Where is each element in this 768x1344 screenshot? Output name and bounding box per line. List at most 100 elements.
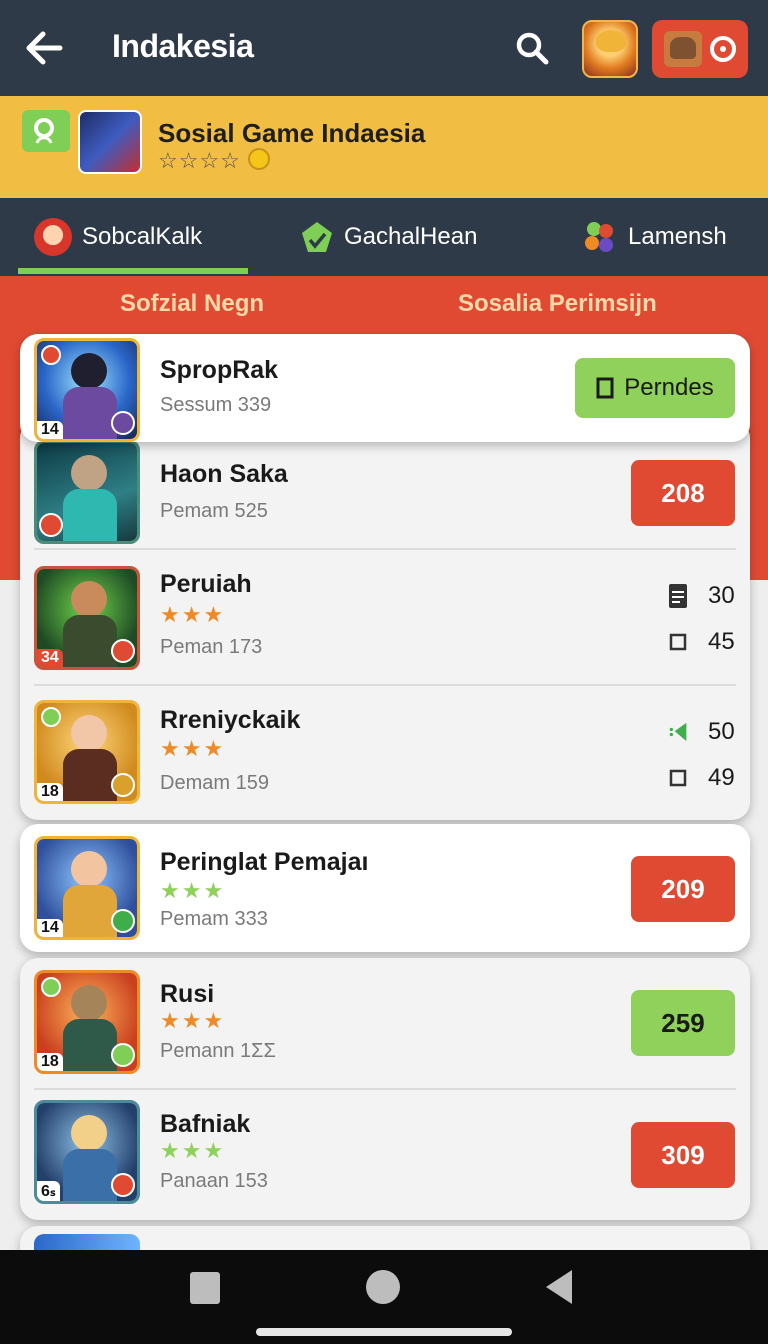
tab-gachalhean[interactable]: GachalHean — [300, 198, 477, 276]
arrow-left-icon — [26, 31, 63, 65]
score-button[interactable]: 208 — [631, 460, 735, 526]
game-list-card: Haon Saka Pemam 525 208 34 Peruiah ★★★ P… — [20, 420, 750, 820]
rank-badge-icon — [111, 639, 135, 663]
game-players: Pemam 333 — [160, 908, 268, 930]
game-name: Peringlat Pemajaı — [160, 848, 369, 876]
game-thumbnail: 34 — [34, 566, 140, 670]
stat-row: 30 — [668, 582, 735, 610]
game-thumbnail: 14 — [34, 836, 140, 940]
square-icon — [596, 377, 614, 399]
notification-icon — [41, 977, 61, 997]
coin-icon — [248, 148, 270, 170]
system-nav-bar — [0, 1250, 768, 1344]
star-rating: ★★★ — [160, 736, 226, 761]
banner-title: Sosial Game Indaesia — [158, 118, 426, 148]
page-title: Indakesia — [112, 28, 254, 64]
active-tab-indicator — [18, 268, 248, 274]
square-icon — [668, 769, 688, 787]
app-bar: Indakesia — [0, 0, 768, 96]
game-thumbnail: 18 — [34, 700, 140, 804]
game-players: Peman 173 — [160, 636, 263, 658]
rank-badge-icon — [111, 411, 135, 435]
game-players: Pemann 1ΣΣ — [160, 1040, 276, 1062]
score-button[interactable]: 259 — [631, 990, 735, 1056]
score-button[interactable]: 209 — [631, 856, 735, 922]
stat-value: 50 — [708, 718, 735, 745]
subtab-sosalia-perimsijn[interactable]: Sosalia Perimsijn — [458, 290, 657, 318]
puzzle-icon — [585, 222, 613, 252]
pending-label: Perndes — [624, 374, 714, 401]
notification-thumbnail — [664, 31, 702, 67]
level-label: 18 — [37, 783, 63, 801]
game-thumbnail: 6ₛ — [34, 1100, 140, 1204]
game-players: Demam 159 — [160, 772, 269, 794]
stat-value: 45 — [708, 628, 735, 655]
tab-sobcalkalk[interactable]: SobcalKalk — [34, 198, 202, 276]
gesture-handle[interactable] — [256, 1328, 512, 1336]
star-rating: ★★★ — [160, 878, 226, 903]
list-item-highlighted[interactable]: 14 SpropRak Sessum 339 Perndes — [20, 334, 750, 442]
square-nav-icon[interactable] — [190, 1272, 220, 1304]
rank-badge-icon — [111, 773, 135, 797]
banner-search-button[interactable] — [22, 110, 70, 152]
square-icon — [668, 633, 688, 651]
rank-badge-icon — [111, 1043, 135, 1067]
game-list-card: 18 Rusi ★★★ Pemann 1ΣΣ 259 6ₛ Bafniak ★★… — [20, 958, 750, 1220]
leaf-icon — [668, 719, 688, 745]
star-rating: ★★★ — [160, 1008, 226, 1033]
gem-icon — [302, 222, 332, 252]
rank-badge-icon — [111, 1173, 135, 1197]
tab-lamensh[interactable]: Lamensh — [582, 198, 727, 276]
game-players: Pemam 525 — [160, 500, 268, 522]
game-thumbnail: 14 — [34, 338, 140, 442]
tab-label: Lamensh — [628, 223, 727, 250]
game-name: Rreniyckaik — [160, 706, 301, 734]
circle-nav-icon[interactable] — [366, 1270, 400, 1304]
tab-label: GachalHean — [344, 223, 478, 250]
game-name: Peruiah — [160, 570, 252, 598]
tab-label: SobcalKalk — [82, 223, 203, 250]
alert-icon — [41, 345, 61, 365]
level-label: 18 — [37, 1053, 63, 1071]
search-icon — [516, 32, 549, 65]
game-name: Haon Saka — [160, 460, 288, 488]
avatar-icon — [34, 218, 72, 256]
list-item-highlighted[interactable]: 14 Peringlat Pemajaı ★★★ Pemam 333 209 — [20, 824, 750, 952]
level-label: 14 — [37, 421, 63, 439]
banner-rating: ☆☆☆☆ — [158, 148, 241, 173]
back-button[interactable] — [22, 26, 66, 70]
subtab-sofzial-negn[interactable]: Sofzial Negn — [120, 290, 264, 318]
game-thumbnail: 18 — [34, 970, 140, 1074]
triangle-back-icon[interactable] — [546, 1270, 572, 1304]
level-badge-icon — [39, 513, 63, 537]
featured-banner[interactable]: Sosial Game Indaesia ☆☆☆☆ — [0, 96, 768, 198]
category-tabs: SobcalKalk GachalHean Lamensh — [0, 198, 768, 276]
game-name: Rusi — [160, 980, 215, 1008]
list-item[interactable]: 34 Peruiah ★★★ Peman 173 30 45 — [20, 550, 750, 684]
game-players: Sessum 339 — [160, 394, 272, 416]
stat-row: 45 — [668, 628, 735, 656]
stat-value: 49 — [708, 764, 735, 791]
score-button[interactable]: 309 — [631, 1122, 735, 1188]
banner-game-icon — [78, 110, 142, 174]
level-label: 14 — [37, 919, 63, 937]
list-item[interactable]: 18 Rusi ★★★ Pemann 1ΣΣ 259 — [20, 958, 750, 1086]
level-label: 34 — [37, 649, 63, 667]
user-avatar[interactable] — [582, 20, 638, 78]
game-name: SpropRak — [160, 356, 279, 384]
search-button[interactable] — [512, 28, 552, 68]
stat-row: 50 — [668, 718, 735, 746]
pending-button[interactable]: Perndes — [575, 358, 735, 418]
notification-icon — [41, 707, 61, 727]
star-rating: ★★★ — [160, 1138, 226, 1163]
list-item[interactable]: 6ₛ Bafniak ★★★ Panaan 153 309 — [20, 1090, 750, 1220]
level-label: 6ₛ — [37, 1181, 60, 1201]
stat-value: 30 — [708, 582, 735, 609]
list-item[interactable]: 18 Rreniyckaik ★★★ Demam 159 50 49 — [20, 686, 750, 820]
document-icon — [668, 583, 688, 609]
game-name: Bafniak — [160, 1110, 251, 1138]
search-icon — [34, 118, 54, 144]
stat-row: 49 — [668, 764, 735, 792]
notification-button[interactable] — [652, 20, 748, 78]
game-thumbnail — [34, 440, 140, 544]
